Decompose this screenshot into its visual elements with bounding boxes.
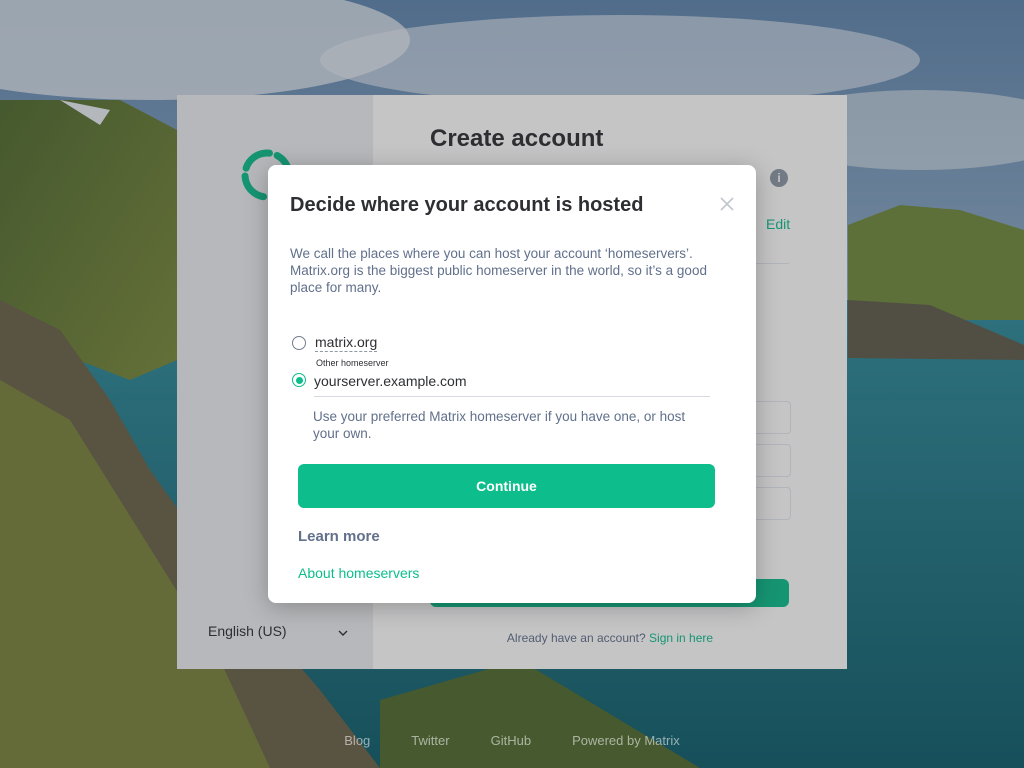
footer-powered-link[interactable]: Powered by Matrix — [572, 733, 680, 748]
radio-other-homeserver[interactable] — [292, 373, 315, 387]
radio-label-matrix-org: matrix.org — [315, 334, 378, 352]
homeserver-dialog: Decide where your account is hosted We c… — [268, 165, 756, 603]
footer-twitter-link[interactable]: Twitter — [411, 733, 449, 748]
radio-matrix-org[interactable]: matrix.org — [292, 334, 378, 352]
homeserver-hint: Use your preferred Matrix homeserver if … — [313, 409, 686, 441]
dialog-title: Decide where your account is hosted — [290, 194, 644, 216]
continue-button[interactable]: Continue — [298, 464, 715, 508]
about-homeservers-link[interactable]: About homeservers — [298, 565, 419, 581]
learn-more-heading: Learn more — [298, 528, 380, 545]
close-icon[interactable] — [718, 195, 736, 213]
other-homeserver-label: Other homeserver — [316, 358, 389, 368]
dialog-description: We call the places where you can host yo… — [290, 246, 707, 295]
footer-links: Blog Twitter GitHub Powered by Matrix — [0, 733, 1024, 748]
radio-button-checked[interactable] — [292, 373, 306, 387]
homeserver-url-input[interactable] — [314, 370, 710, 397]
radio-button[interactable] — [292, 336, 306, 350]
screen: English (US) Create account i Edit Alrea… — [0, 0, 1024, 768]
footer-blog-link[interactable]: Blog — [344, 733, 370, 748]
footer-github-link[interactable]: GitHub — [491, 733, 531, 748]
